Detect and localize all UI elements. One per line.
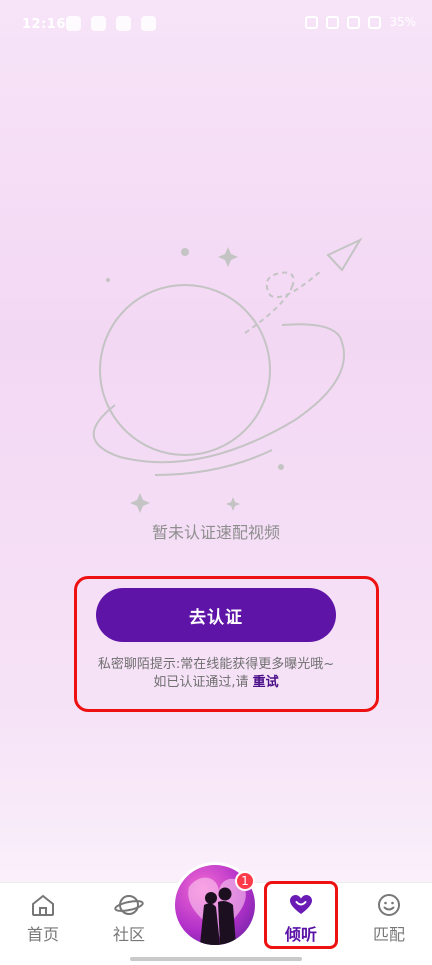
smiley-icon: [378, 894, 400, 916]
app-notification-icon: [66, 16, 81, 31]
notification-badge: 1: [235, 871, 255, 891]
tab-community-label: 社区: [112, 925, 145, 944]
home-indicator: [130, 957, 302, 961]
status-system-icons: 35%: [305, 15, 416, 29]
tab-home[interactable]: 首页: [8, 891, 78, 945]
planet-illustration: [92, 237, 363, 513]
battery-level: 35%: [389, 15, 416, 29]
status-time: 12:16: [22, 17, 66, 32]
tab-match-label: 匹配: [372, 925, 405, 944]
tab-community[interactable]: 社区: [94, 891, 164, 945]
vibrate-icon: [305, 15, 319, 29]
listen-highlight-box: [264, 881, 338, 949]
status-notification-icons: [66, 16, 156, 31]
nfc-icon: [326, 15, 340, 29]
retry-tip-prefix: 如已认证通过,请: [153, 675, 249, 690]
status-bar: 12:16 35%: [0, 0, 432, 46]
app-notification-icon: [116, 16, 131, 31]
retry-tip: 如已认证通过,请 重试: [0, 671, 432, 690]
planet-icon: [114, 895, 144, 915]
app-notification-icon: [141, 16, 156, 31]
tab-home-label: 首页: [26, 925, 59, 944]
tab-match[interactable]: 匹配: [354, 891, 424, 945]
app-notification-icon: [91, 16, 106, 31]
wifi-icon: [368, 15, 382, 29]
verify-button[interactable]: 去认证: [96, 588, 336, 642]
home-icon: [32, 894, 54, 916]
retry-link[interactable]: 重试: [253, 675, 279, 690]
empty-state-message: 暂未认证速配视频: [151, 523, 280, 542]
bluetooth-icon: [347, 15, 361, 29]
tip-text: 私密聊陌提示:常在线能获得更多曝光哦~: [97, 657, 335, 672]
